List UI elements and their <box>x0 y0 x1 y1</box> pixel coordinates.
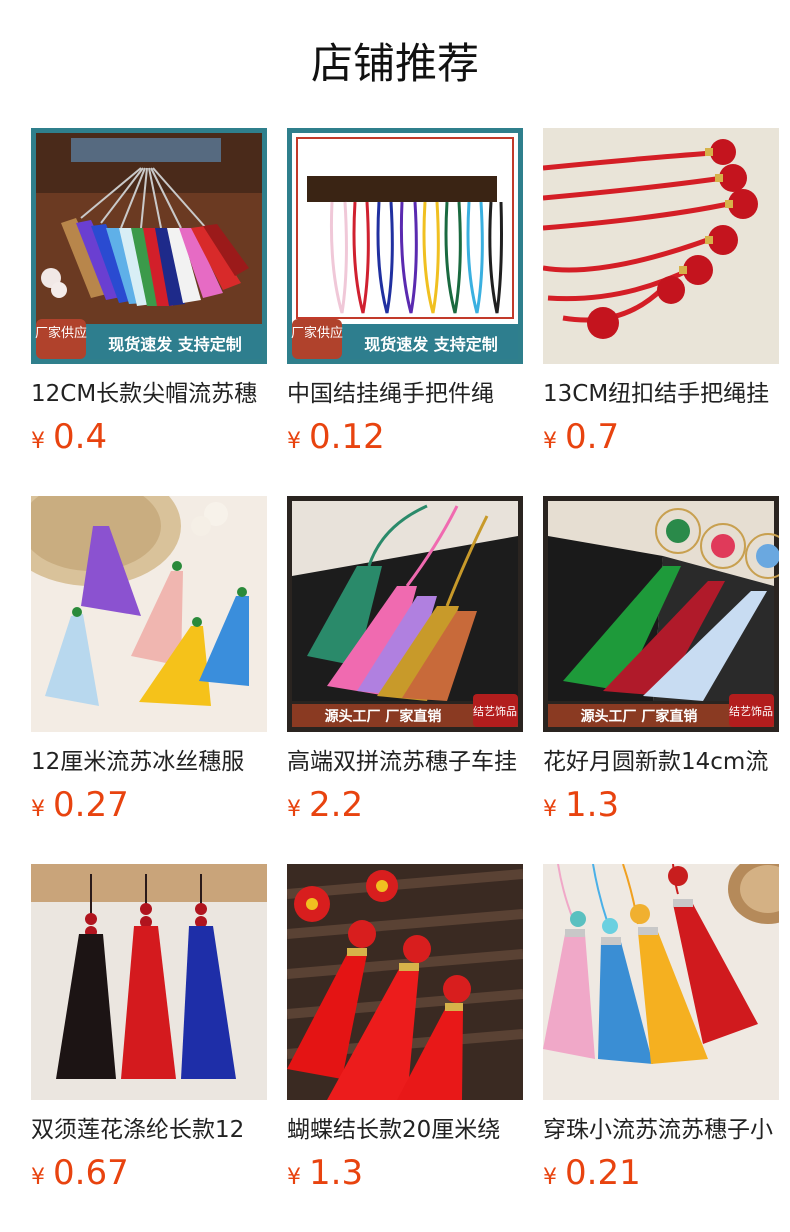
currency-symbol: ¥ <box>287 1165 301 1190</box>
product-price: ¥0.4 <box>31 414 107 460</box>
currency-symbol: ¥ <box>287 797 301 822</box>
banner-text: 源头工厂 厂家直销 <box>581 708 698 725</box>
product-price: ¥0.27 <box>31 782 129 828</box>
currency-symbol: ¥ <box>543 1165 557 1190</box>
banner-text: 现货速发 支持定制 <box>364 335 498 354</box>
product-card[interactable]: 源头工厂 厂家直销 结艺饰品 花好月圆新款14cm流 ¥1.3 <box>543 496 779 836</box>
product-price: ¥1.3 <box>543 782 619 828</box>
price-amount: 0.7 <box>565 417 620 457</box>
product-name[interactable]: 双须莲花涤纶长款12 <box>31 1112 267 1148</box>
product-card[interactable]: 双须莲花涤纶长款12 ¥0.67 <box>31 864 267 1204</box>
product-image[interactable]: 源头工厂 厂家直销 结艺饰品 <box>287 496 523 732</box>
product-name[interactable]: 12CM长款尖帽流苏穗 <box>31 376 267 412</box>
product-price: ¥0.12 <box>287 414 385 460</box>
price-amount: 0.12 <box>309 417 385 457</box>
product-image[interactable]: 源头工厂 厂家直销 结艺饰品 <box>543 496 779 732</box>
product-image[interactable] <box>543 864 779 1100</box>
product-name[interactable]: 蝴蝶结长款20厘米绕 <box>287 1112 523 1148</box>
product-name[interactable]: 12厘米流苏冰丝穗服 <box>31 744 267 780</box>
product-name[interactable]: 13CM纽扣结手把绳挂 <box>543 376 779 412</box>
product-name[interactable]: 中国结挂绳手把件绳 <box>287 376 523 412</box>
product-image[interactable]: 厂家供应 现货速发 支持定制 <box>31 128 267 364</box>
banner-text: 源头工厂 厂家直销 <box>325 708 442 725</box>
product-image[interactable] <box>31 864 267 1100</box>
price-amount: 0.67 <box>53 1153 129 1193</box>
product-image[interactable] <box>287 864 523 1100</box>
price-amount: 1.3 <box>309 1153 364 1193</box>
page-title: 店铺推荐 <box>310 39 479 88</box>
product-image[interactable] <box>543 128 779 364</box>
product-image[interactable] <box>31 496 267 732</box>
corner-badge-text: 厂家供应 <box>291 325 343 341</box>
product-card[interactable]: 12厘米流苏冰丝穗服 ¥0.27 <box>31 496 267 836</box>
price-amount: 2.2 <box>309 785 364 825</box>
product-price: ¥1.3 <box>287 1150 363 1196</box>
price-amount: 1.3 <box>565 785 620 825</box>
currency-symbol: ¥ <box>31 797 45 822</box>
product-price: ¥2.2 <box>287 782 363 828</box>
product-card[interactable]: 穿珠小流苏流苏穗子小 ¥0.21 <box>543 864 779 1204</box>
product-card[interactable]: 蝴蝶结长款20厘米绕 ¥1.3 <box>287 864 523 1204</box>
product-image[interactable]: 厂家供应 现货速发 支持定制 <box>287 128 523 364</box>
product-card[interactable]: 厂家供应 现货速发 支持定制 12CM长款尖帽流苏穗 ¥0.4 <box>31 128 267 468</box>
corner-badge-text: 结艺饰品 <box>729 704 773 718</box>
product-price: ¥0.7 <box>543 414 619 460</box>
product-name[interactable]: 高端双拼流苏穗子车挂 <box>287 744 523 780</box>
currency-symbol: ¥ <box>543 429 557 454</box>
currency-symbol: ¥ <box>31 1165 45 1190</box>
corner-badge-text: 结艺饰品 <box>473 704 517 718</box>
product-card[interactable]: 厂家供应 现货速发 支持定制 中国结挂绳手把件绳 ¥0.12 <box>287 128 523 468</box>
corner-badge-text: 厂家供应 <box>35 325 87 341</box>
currency-symbol: ¥ <box>287 429 301 454</box>
product-card[interactable]: 13CM纽扣结手把绳挂 ¥0.7 <box>543 128 779 468</box>
product-name[interactable]: 穿珠小流苏流苏穗子小 <box>543 1112 779 1148</box>
product-price: ¥0.67 <box>31 1150 129 1196</box>
price-amount: 0.4 <box>53 417 108 457</box>
product-card[interactable]: 源头工厂 厂家直销 结艺饰品 高端双拼流苏穗子车挂 ¥2.2 <box>287 496 523 836</box>
price-amount: 0.21 <box>565 1153 641 1193</box>
price-amount: 0.27 <box>53 785 129 825</box>
banner-text: 现货速发 支持定制 <box>108 335 242 354</box>
currency-symbol: ¥ <box>543 797 557 822</box>
product-name[interactable]: 花好月圆新款14cm流 <box>543 744 779 780</box>
product-price: ¥0.21 <box>543 1150 641 1196</box>
currency-symbol: ¥ <box>31 429 45 454</box>
